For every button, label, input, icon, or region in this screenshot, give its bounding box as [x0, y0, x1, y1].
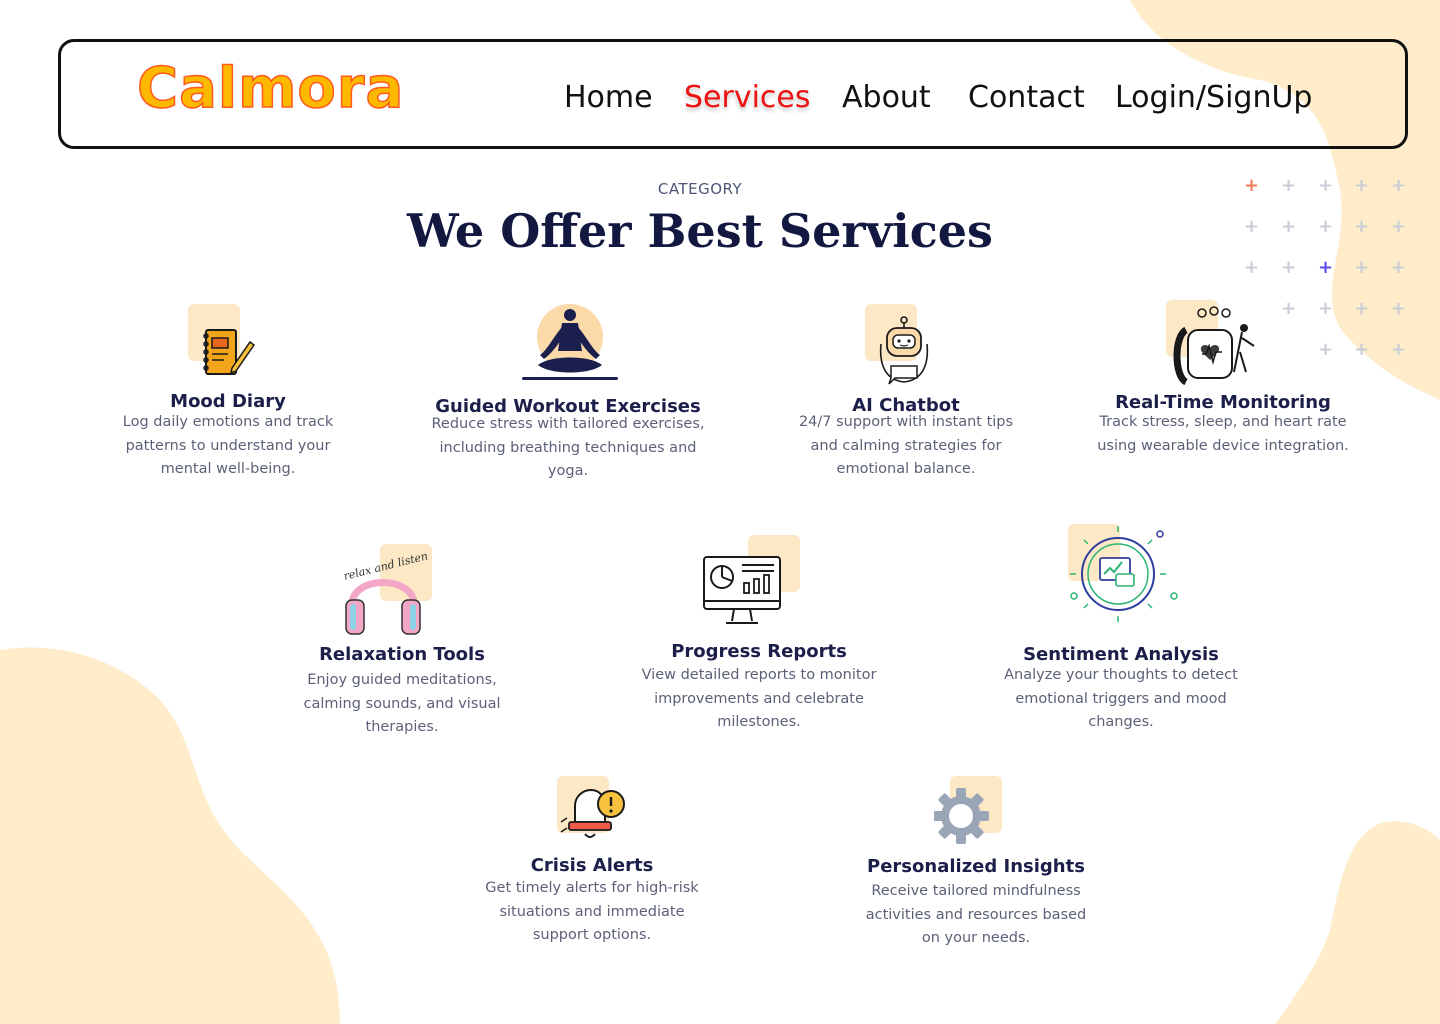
- section-eyebrow: CATEGORY: [657, 180, 743, 198]
- service-description: Reduce stress with tailored exercises, i…: [431, 416, 705, 479]
- service-description: Receive tailored mindfulness activities …: [865, 883, 1087, 946]
- service-description: Get timely alerts for high-risk situatio…: [485, 880, 699, 943]
- service-title: Real-Time Monitoring: [1115, 392, 1331, 413]
- service-card-guided-workout[interactable]: Guided Workout Exercises Reduce stress w…: [428, 300, 708, 490]
- service-title: Mood Diary: [170, 391, 286, 412]
- service-card-relaxation-tools[interactable]: relax and listen Relaxation Tools Enjoy …: [296, 542, 508, 742]
- nav-about[interactable]: About: [842, 80, 931, 115]
- navbar: Calmora Home Services About Contact Logi…: [58, 39, 1408, 149]
- service-card-mood-diary[interactable]: Mood Diary Log daily emotions and track …: [110, 300, 346, 490]
- nav-services[interactable]: Services: [684, 80, 811, 115]
- service-title: Relaxation Tools: [319, 644, 485, 665]
- meditation-icon: [520, 303, 620, 387]
- service-description: 24/7 support with instant tips and calmi…: [798, 414, 1014, 477]
- nav-contact[interactable]: Contact: [968, 80, 1085, 115]
- icon-caption: relax and listen: [342, 549, 429, 583]
- service-card-real-time-monitoring[interactable]: Real-Time Monitoring Track stress, sleep…: [1093, 300, 1353, 490]
- service-card-crisis-alerts[interactable]: Crisis Alerts Get timely alerts for high…: [482, 772, 702, 952]
- nav-login-signup[interactable]: Login/SignUp: [1115, 80, 1312, 115]
- service-card-personalized-insights[interactable]: Personalized Insights Receive tailored m…: [856, 772, 1096, 952]
- service-title: Progress Reports: [671, 641, 847, 662]
- background-blob-top-right: [0, 0, 1440, 1024]
- service-title: Crisis Alerts: [530, 855, 654, 876]
- service-card-sentiment-analysis[interactable]: Sentiment Analysis Analyze your thoughts…: [1000, 522, 1242, 734]
- service-title: Sentiment Analysis: [1023, 644, 1219, 665]
- section-title: We Offer Best Services: [407, 204, 993, 258]
- service-card-ai-chatbot[interactable]: AI Chatbot 24/7 support with instant tip…: [790, 300, 1022, 490]
- service-description: Analyze your thoughts to detect emotiona…: [1004, 667, 1238, 730]
- brand-logo[interactable]: Calmora: [136, 55, 404, 122]
- service-description: View detailed reports to monitor improve…: [641, 667, 877, 730]
- service-description: Track stress, sleep, and heart rate usin…: [1097, 414, 1349, 454]
- service-card-progress-reports[interactable]: Progress Reports View detailed reports t…: [640, 535, 878, 735]
- nav-home[interactable]: Home: [564, 80, 653, 115]
- service-title: Personalized Insights: [867, 856, 1085, 877]
- service-description: Enjoy guided meditations, calming sounds…: [303, 672, 501, 735]
- service-description: Log daily emotions and track patterns to…: [122, 414, 334, 477]
